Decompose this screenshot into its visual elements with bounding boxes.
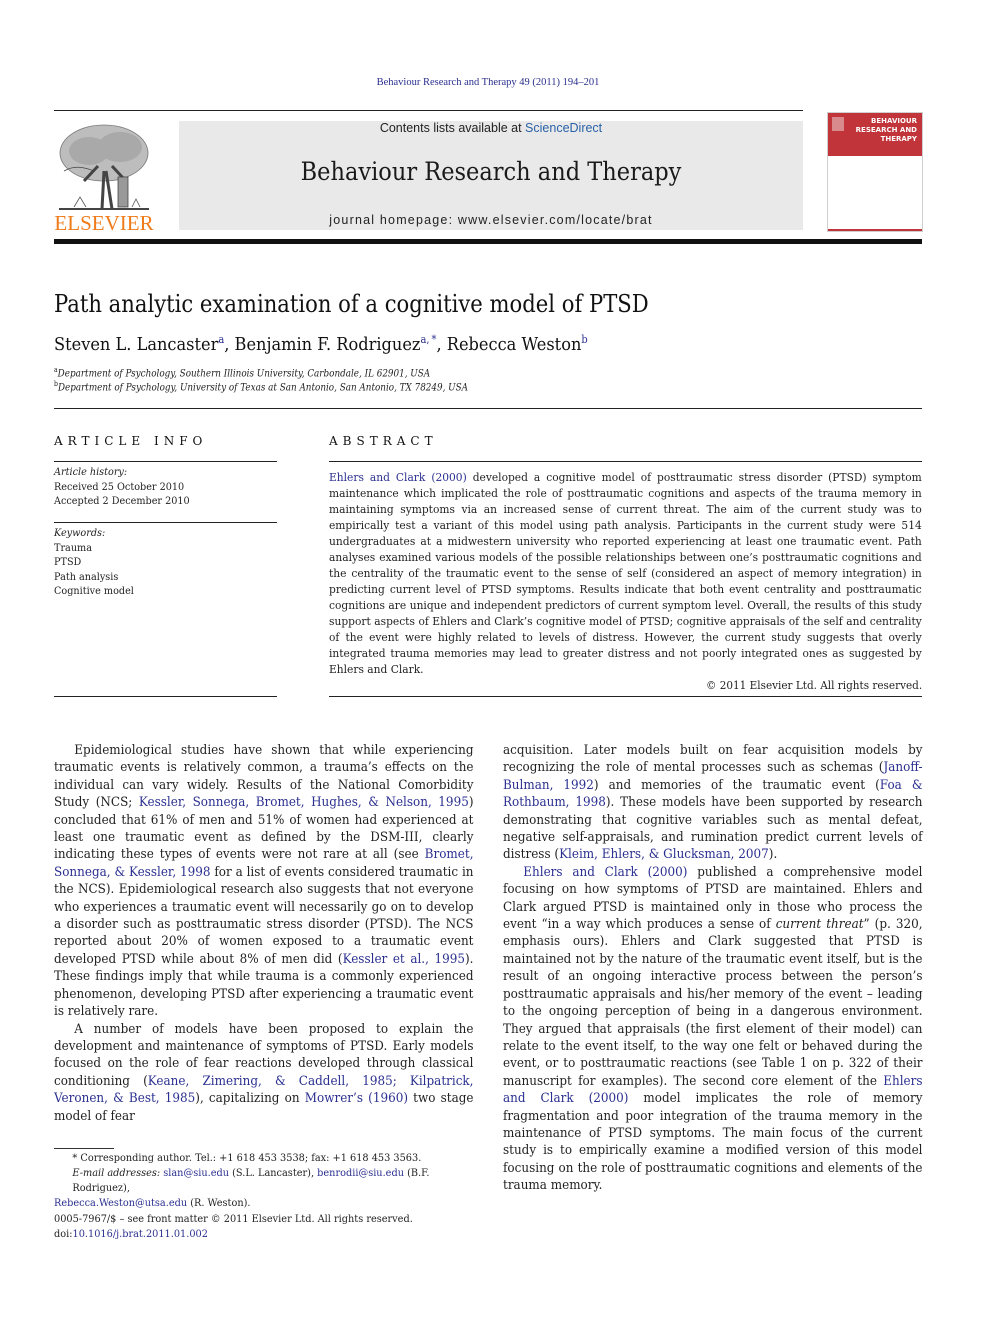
cover-title-line: BEHAVIOUR <box>871 117 917 125</box>
keyword: Trauma <box>54 541 92 554</box>
header-thick-rule <box>54 239 922 244</box>
journal-masthead: Contents lists available at ScienceDirec… <box>179 121 803 230</box>
paragraph-text: ) and memories of the traumatic event ( <box>593 777 880 793</box>
cover-logo-icon <box>832 117 844 131</box>
body-paragraph: Ehlers and Clark (2000) published a comp… <box>503 864 923 1195</box>
issn-line: 0005-7967/$ – see front matter © 2011 El… <box>54 1213 413 1225</box>
journal-citation[interactable]: Behaviour Research and Therapy 49 (2011)… <box>0 77 976 88</box>
email-link[interactable]: slan@siu.edu <box>163 1167 229 1179</box>
corresponding-author-note: * Corresponding author. Tel.: +1 618 453… <box>72 1152 422 1164</box>
paragraph-text: ). <box>768 847 778 863</box>
paragraph-text: ), capitalizing on <box>195 1091 305 1107</box>
email-label: E-mail addresses: <box>72 1167 164 1179</box>
body-column-right: acquisition. Later models built on fear … <box>503 742 923 1195</box>
footnotes: * Corresponding author. Tel.: +1 618 453… <box>54 1151 473 1211</box>
author-list: Steven L. Lancastera, Benjamin F. Rodrig… <box>54 333 588 355</box>
abstract-heading: ABSTRACT <box>329 434 438 448</box>
author-separator: , <box>436 334 447 355</box>
abstract-copyright: © 2011 Elsevier Ltd. All rights reserved… <box>705 678 922 692</box>
author-affil-marker[interactable]: b <box>581 333 587 346</box>
body-paragraph: A number of models have been proposed to… <box>54 1021 474 1125</box>
author-name[interactable]: Benjamin F. Rodriguez <box>235 334 421 355</box>
abstract-rule <box>329 696 922 697</box>
doi-line: doi:10.1016/j.brat.2011.01.002 <box>54 1227 413 1242</box>
email-link[interactable]: benrodii@siu.edu <box>317 1167 404 1179</box>
cover-title: BEHAVIOUR RESEARCH AND THERAPY <box>856 117 917 144</box>
email-owner: (S.L. Lancaster), <box>228 1167 318 1179</box>
paragraph-text: acquisition. Later models built on fear … <box>503 743 923 776</box>
article-info-panel: ARTICLE INFO Article history: Received 2… <box>54 434 277 699</box>
article-history: Article history: Received 25 October 201… <box>54 465 190 509</box>
emphasis-text: current threat <box>775 917 864 933</box>
abstract-rule <box>329 461 922 462</box>
journal-title: Behaviour Research and Therapy <box>300 157 682 186</box>
author-separator: , <box>224 334 235 355</box>
contents-line: Contents lists available at ScienceDirec… <box>179 121 803 135</box>
author-name[interactable]: Steven L. Lancaster <box>54 334 218 355</box>
affiliation: bDepartment of Psychology, University of… <box>54 380 468 393</box>
received-date: Received 25 October 2010 <box>54 480 185 493</box>
author-name[interactable]: Rebecca Weston <box>447 334 582 355</box>
email-owner: (R. Weston). <box>187 1197 251 1209</box>
body-column-left: Epidemiological studies have shown that … <box>54 742 474 1125</box>
info-rule <box>54 461 277 462</box>
article-info-heading: ARTICLE INFO <box>54 434 208 448</box>
body-paragraph: acquisition. Later models built on fear … <box>503 742 923 864</box>
cover-bottom-stripe <box>828 229 922 231</box>
sciencedirect-link[interactable]: ScienceDirect <box>525 121 602 135</box>
journal-cover-thumbnail[interactable]: BEHAVIOUR RESEARCH AND THERAPY <box>827 112 923 232</box>
keywords-label: Keywords: <box>54 527 106 539</box>
citation-link[interactable]: Ehlers and Clark (2000) <box>523 865 687 880</box>
history-label: Article history: <box>54 466 128 478</box>
email-addresses: E-mail addresses: slan@siu.edu (S.L. Lan… <box>54 1166 473 1196</box>
paragraph-text: ” (p. 320, emphasis ours). Ehlers and Cl… <box>503 917 923 1089</box>
cover-banner: BEHAVIOUR RESEARCH AND THERAPY <box>828 113 922 156</box>
cover-title-line: RESEARCH AND <box>855 126 917 134</box>
doi-link[interactable]: 10.1016/j.brat.2011.01.002 <box>73 1228 208 1240</box>
paragraph-text: model implicates the role of memory frag… <box>503 1091 923 1194</box>
footnote-rule <box>54 1148 114 1149</box>
info-rule <box>54 522 277 523</box>
affiliation: aDepartment of Psychology, Southern Illi… <box>54 366 430 379</box>
email-addresses-cont: Rebecca.Weston@utsa.edu (R. Weston). <box>54 1196 473 1211</box>
citation-link[interactable]: Kessler, Sonnega, Bromet, Hughes, & Nels… <box>139 795 469 810</box>
citation-link[interactable]: Mowrer’s (1960) <box>305 1091 408 1106</box>
doi-label: doi: <box>54 1228 73 1240</box>
title-block-rule <box>54 408 922 409</box>
keyword: Path analysis <box>54 570 119 583</box>
abstract-body-text: developed a cognitive model of posttraum… <box>329 470 922 676</box>
affiliation-text: Department of Psychology, University of … <box>57 382 468 394</box>
affiliation-text: Department of Psychology, Southern Illin… <box>57 368 431 380</box>
keyword: PTSD <box>54 556 82 568</box>
keyword: Cognitive model <box>54 585 134 597</box>
abstract-text: Ehlers and Clark (2000) developed a cogn… <box>329 469 922 677</box>
contents-prefix: Contents lists available at <box>379 121 526 135</box>
header-rule <box>54 110 803 111</box>
abstract-panel: ABSTRACT Ehlers and Clark (2000) develop… <box>329 434 922 699</box>
author-affil-marker[interactable]: a, * <box>420 333 436 346</box>
paper-title: Path analytic examination of a cognitive… <box>54 290 649 318</box>
journal-homepage-link[interactable]: journal homepage: www.elsevier.com/locat… <box>179 213 803 227</box>
citation-link[interactable]: Kessler et al., 1995 <box>343 952 465 967</box>
cover-title-line: THERAPY <box>880 135 917 143</box>
citation-link[interactable]: Kleim, Ehlers, & Glucksman, 2007 <box>559 847 769 862</box>
keywords-list: Keywords: Trauma PTSD Path analysis Cogn… <box>54 526 134 599</box>
body-paragraph: Epidemiological studies have shown that … <box>54 742 474 1021</box>
info-rule <box>54 696 277 697</box>
elsevier-wordmark: ELSEVIER <box>54 211 154 235</box>
citation-link[interactable]: Ehlers and Clark (2000) <box>329 470 467 484</box>
accepted-date: Accepted 2 December 2010 <box>54 495 190 507</box>
front-matter: 0005-7967/$ – see front matter © 2011 El… <box>54 1212 413 1242</box>
email-link[interactable]: Rebecca.Weston@utsa.edu <box>54 1197 187 1209</box>
